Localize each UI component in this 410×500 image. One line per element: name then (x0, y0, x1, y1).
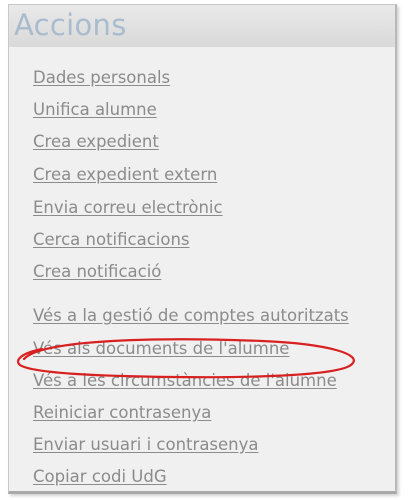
link-circumstancies-alumne[interactable]: Vés a les circumstàncies de l'alumne (33, 371, 337, 391)
link-documents-alumne[interactable]: Vés als documents de l'alumne (33, 339, 289, 359)
actions-panel: Accions Dades personals Unifica alumne C… (8, 4, 397, 494)
link-crea-expedient-extern[interactable]: Crea expedient extern (33, 165, 217, 185)
link-gestio-comptes-autoritzats[interactable]: Vés a la gestió de comptes autoritzats (33, 306, 349, 326)
panel-header: Accions (9, 5, 395, 47)
link-enviar-usuari-contrasenya[interactable]: Enviar usuari i contrasenya (33, 435, 259, 455)
link-cerca-notificacions[interactable]: Cerca notificacions (33, 230, 190, 250)
panel-title: Accions (14, 8, 127, 42)
link-envia-correu-electronic[interactable]: Envia correu electrònic (33, 198, 223, 218)
link-crea-notificacio[interactable]: Crea notificació (33, 262, 161, 282)
link-crea-expedient[interactable]: Crea expedient (33, 132, 159, 152)
link-unifica-alumne[interactable]: Unifica alumne (33, 100, 157, 120)
link-copiar-codi-udg[interactable]: Copiar codi UdG (33, 467, 167, 487)
link-dades-personals[interactable]: Dades personals (33, 68, 170, 88)
link-reiniciar-contrasenya[interactable]: Reiniciar contrasenya (33, 403, 211, 423)
